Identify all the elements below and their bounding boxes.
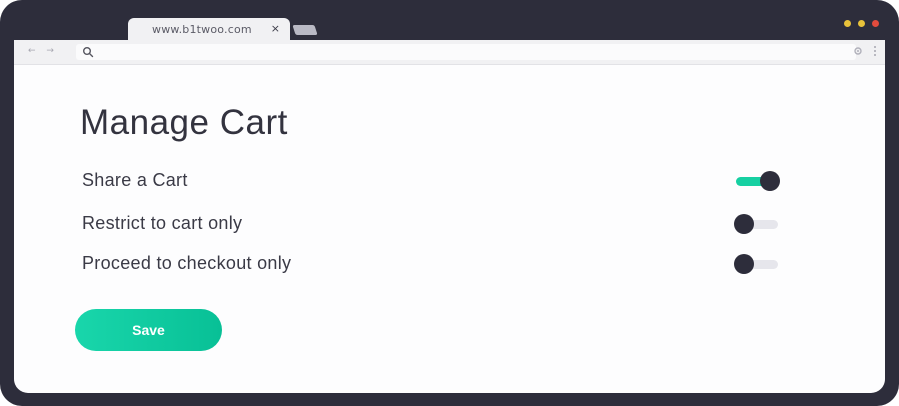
- address-bar[interactable]: [76, 44, 856, 60]
- browser-tab[interactable]: www.b1twoo.com ×: [128, 18, 290, 40]
- window-controls: [844, 20, 879, 27]
- restrict-cart-toggle[interactable]: [734, 214, 780, 234]
- browser-window: www.b1twoo.com × ← → Manage Cart Share a…: [0, 0, 899, 406]
- setting-row-share-cart: Share a Cart: [82, 166, 782, 196]
- share-cart-toggle[interactable]: [734, 171, 780, 191]
- maximize-dot-icon[interactable]: [858, 20, 865, 27]
- new-tab-button[interactable]: [292, 25, 318, 35]
- toggle-knob[interactable]: [734, 254, 754, 274]
- page-content: Manage Cart Share a Cart Restrict to car…: [14, 65, 885, 393]
- setting-label: Restrict to cart only: [82, 213, 243, 233]
- tab-close-icon[interactable]: ×: [271, 22, 280, 35]
- save-button[interactable]: Save: [75, 309, 222, 351]
- nav-arrows[interactable]: ← →: [28, 46, 58, 56]
- page-title: Manage Cart: [80, 103, 288, 142]
- setting-label: Share a Cart: [82, 170, 188, 190]
- tab-url-label: www.b1twoo.com: [152, 23, 252, 36]
- close-dot-icon[interactable]: [872, 20, 879, 27]
- toggle-knob[interactable]: [734, 214, 754, 234]
- browser-toolbar: ← →: [14, 40, 885, 65]
- setting-row-restrict-cart: Restrict to cart only: [82, 209, 782, 239]
- setting-row-proceed-checkout: Proceed to checkout only: [82, 249, 782, 279]
- kebab-menu-icon[interactable]: [874, 46, 877, 58]
- proceed-checkout-toggle[interactable]: [734, 254, 780, 274]
- gear-icon[interactable]: [853, 46, 863, 56]
- toggle-knob[interactable]: [760, 171, 780, 191]
- minimize-dot-icon[interactable]: [844, 20, 851, 27]
- search-icon: [83, 47, 94, 58]
- setting-label: Proceed to checkout only: [82, 253, 292, 273]
